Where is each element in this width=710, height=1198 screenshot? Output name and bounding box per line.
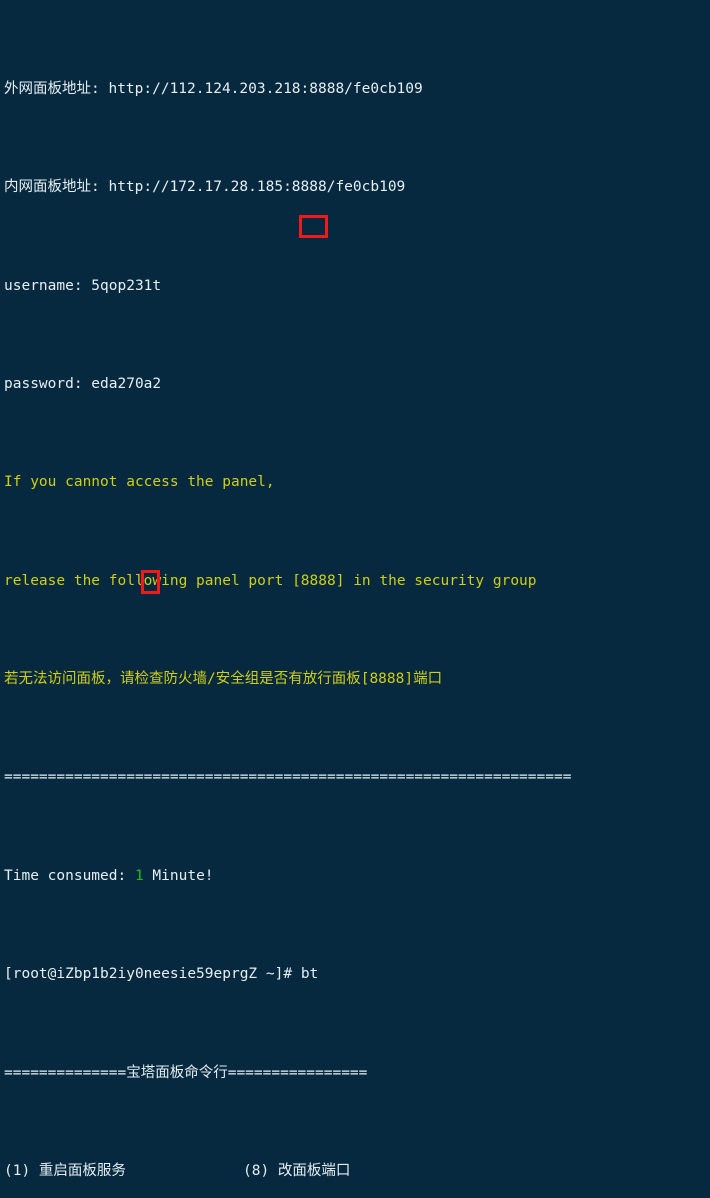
external-panel-address-url: http://112.124.203.218:8888/fe0cb109 bbox=[108, 80, 423, 97]
internal-panel-address-line: 内网面板地址: http://172.17.28.185:8888/fe0cb1… bbox=[4, 175, 710, 200]
warning-line-en-2: release the following panel port [8888] … bbox=[4, 572, 537, 589]
menu-title-line: ==============宝塔面板命令行================ bbox=[4, 1061, 710, 1086]
terminal-window[interactable]: 外网面板地址: http://112.124.203.218:8888/fe0c… bbox=[0, 0, 710, 1179]
shell-command-bt[interactable]: bt bbox=[301, 966, 318, 982]
external-panel-address-line: 外网面板地址: http://112.124.203.218:8888/fe0c… bbox=[4, 77, 710, 102]
shell-prompt-line: [root@iZbp1b2iy0neesie59eprgZ ~]# bt bbox=[4, 962, 710, 987]
username-line: username: 5qop231t bbox=[4, 277, 162, 294]
warning-line-en-1: If you cannot access the panel, bbox=[4, 474, 275, 491]
highlight-box-bt-command bbox=[299, 215, 328, 238]
time-consumed-label: Time consumed: bbox=[4, 867, 135, 884]
shell-prompt-text: [root@iZbp1b2iy0neesie59eprgZ ~]# bbox=[4, 966, 301, 983]
menu-title-left-rule: ============== bbox=[4, 1064, 127, 1081]
time-consumed-unit: Minute! bbox=[143, 867, 214, 884]
menu-title-right-rule: ================ bbox=[227, 1064, 368, 1081]
password-line: password: eda270a2 bbox=[4, 375, 162, 392]
menu-title-text: 宝塔面板命令行 bbox=[126, 1064, 228, 1081]
internal-panel-address-url: http://172.17.28.185:8888/fe0cb109 bbox=[108, 179, 406, 196]
internal-panel-address-label: 内网面板地址: bbox=[4, 179, 109, 196]
time-consumed-value: 1 bbox=[134, 867, 144, 884]
warning-line-cn: 若无法访问面板，请检查防火墙/安全组是否有放行面板[8888]端口 bbox=[4, 671, 443, 688]
menu-item-8[interactable]: (8) 改面板端口 bbox=[243, 1159, 350, 1184]
separator-top: ========================================… bbox=[4, 769, 572, 786]
external-panel-address-label: 外网面板地址: bbox=[4, 80, 109, 97]
menu-item-1[interactable]: (1) 重启面板服务 bbox=[4, 1159, 243, 1184]
time-consumed-line: Time consumed: 1 Minute! bbox=[4, 864, 710, 889]
menu-row: (1) 重启面板服务 (8) 改面板端口 bbox=[4, 1159, 710, 1184]
